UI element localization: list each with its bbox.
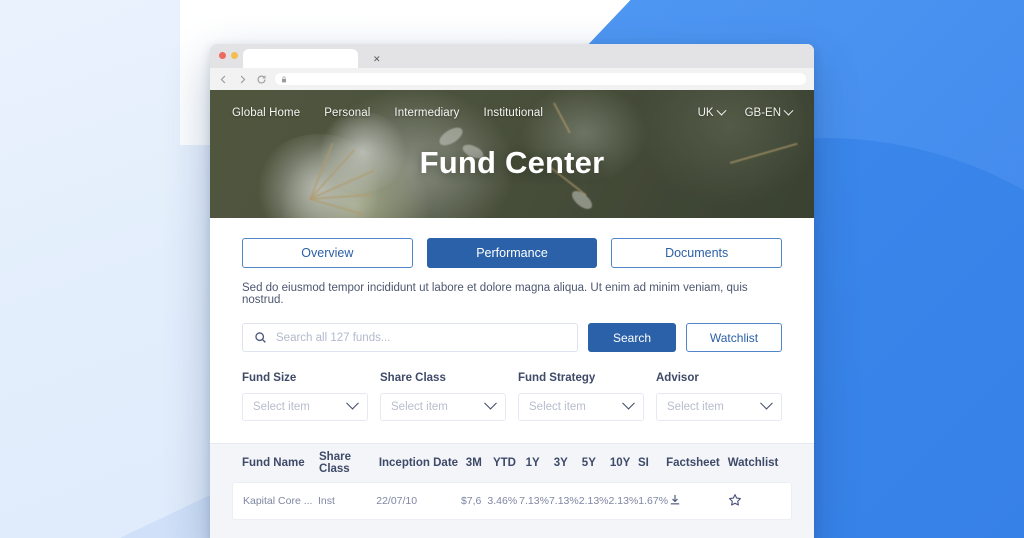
filter-row: Fund Size Select item Share Class Select… (210, 352, 814, 421)
fund-strategy-value: Select item (529, 401, 586, 413)
fund-size-select[interactable]: Select item (242, 393, 368, 421)
language-selector[interactable]: GB-EN (744, 105, 794, 119)
column-header-fund-name[interactable]: Fund Name (242, 457, 319, 469)
cell-share-class: Inst (318, 495, 335, 507)
view-tabs: Overview Performance Documents (210, 218, 814, 268)
tab-documents[interactable]: Documents (611, 238, 783, 268)
cell-si: 1.67% (638, 495, 669, 507)
search-field-wrapper[interactable] (242, 323, 578, 352)
filter-label: Fund Size (242, 372, 297, 384)
intro-text: Sed do eiusmod tempor incididunt ut labo… (242, 282, 748, 306)
fund-table: Fund Name Share Class Inception Date 3M … (210, 443, 814, 538)
close-window-button[interactable] (219, 52, 226, 59)
filter-label: Share Class (380, 372, 446, 384)
filter-advisor: Advisor Select item (656, 372, 782, 421)
dandelion-stem (309, 193, 372, 200)
search-icon (255, 332, 266, 343)
download-icon[interactable] (668, 493, 682, 507)
lock-icon (281, 76, 287, 82)
site-topnav: Global Home Personal Intermediary Instit… (210, 90, 814, 136)
advisor-select[interactable]: Select item (656, 393, 782, 421)
column-header-si[interactable]: SI (638, 457, 666, 469)
browser-window: ✕ Global Home Personal Intermediary Inst… (210, 44, 814, 538)
search-row: Search Watchlist (210, 306, 814, 352)
column-header-factsheet[interactable]: Factsheet (666, 457, 728, 469)
topnav-links: Global Home Personal Intermediary Instit… (232, 107, 543, 119)
browser-tab[interactable] (243, 49, 358, 68)
cell-ytd: 3.46% (487, 495, 518, 507)
chevron-down-icon (346, 396, 359, 410)
page-title: Fund Center (419, 145, 605, 180)
browser-tabstrip: ✕ (210, 44, 814, 68)
column-header-ytd[interactable]: YTD (493, 457, 526, 469)
cell-1y: 7.13% (519, 495, 549, 507)
chevron-down-icon (760, 396, 773, 410)
back-arrow-icon[interactable] (218, 74, 229, 85)
column-header-3m[interactable]: 3M (466, 457, 493, 469)
search-input[interactable] (276, 331, 566, 344)
nav-link-personal[interactable]: Personal (324, 107, 370, 119)
column-header-5y[interactable]: 5Y (582, 457, 610, 469)
region-selector-label: UK (697, 107, 714, 119)
advisor-value: Select item (667, 401, 724, 413)
chevron-down-icon (484, 396, 497, 410)
chevron-down-icon (783, 105, 794, 116)
column-header-share-class[interactable]: Share Class (319, 451, 379, 475)
share-class-value: Select item (391, 401, 448, 413)
search-button[interactable]: Search (588, 323, 676, 352)
cell-fund-name: Kapital Core ... (243, 495, 313, 507)
filter-fund-strategy: Fund Strategy Select item (518, 372, 644, 421)
column-header-3y[interactable]: 3Y (554, 457, 582, 469)
filter-fund-size: Fund Size Select item (242, 372, 368, 421)
site-content: Global Home Personal Intermediary Instit… (210, 90, 814, 538)
tab-overview[interactable]: Overview (242, 238, 413, 268)
browser-toolbar (210, 68, 814, 90)
fund-size-value: Select item (253, 401, 310, 413)
nav-link-institutional[interactable]: Institutional (484, 107, 543, 119)
nav-link-intermediary[interactable]: Intermediary (394, 107, 459, 119)
column-header-inception-date[interactable]: Inception Date (379, 457, 466, 469)
forward-arrow-icon[interactable] (237, 74, 248, 85)
table-row[interactable]: Kapital Core ... Inst 22/07/10 $7,6 3.46… (232, 482, 792, 520)
fund-strategy-select[interactable]: Select item (518, 393, 644, 421)
close-tab-icon[interactable]: ✕ (373, 55, 381, 64)
minimize-window-button[interactable] (231, 52, 238, 59)
topnav-selectors: UK GB-EN (697, 105, 794, 119)
filter-label: Advisor (656, 372, 699, 384)
dandelion-seed (568, 187, 596, 213)
cell-3y: 7.13% (548, 495, 579, 507)
column-header-10y[interactable]: 10Y (610, 457, 638, 469)
column-header-1y[interactable]: 1Y (526, 457, 554, 469)
cell-10y: 2.13% (608, 495, 639, 507)
watchlist-button[interactable]: Watchlist (686, 323, 782, 352)
reload-icon[interactable] (256, 74, 267, 85)
cell-5y: 2.13% (578, 495, 609, 507)
chevron-down-icon (716, 105, 727, 116)
dandelion-stem (309, 198, 364, 215)
filter-label: Fund Strategy (518, 372, 596, 384)
chevron-down-icon (622, 396, 635, 410)
nav-link-global-home[interactable]: Global Home (232, 107, 300, 119)
language-selector-label: GB-EN (744, 107, 781, 119)
address-bar[interactable] (275, 73, 806, 85)
region-selector[interactable]: UK (697, 105, 727, 119)
cell-3m: $7,6 (460, 495, 482, 507)
cell-factsheet (668, 493, 728, 510)
filter-share-class: Share Class Select item (380, 372, 506, 421)
share-class-select[interactable]: Select item (380, 393, 506, 421)
tab-performance[interactable]: Performance (426, 238, 598, 268)
star-outline-icon[interactable] (728, 493, 742, 507)
hero-banner: Global Home Personal Intermediary Instit… (210, 90, 814, 218)
column-header-watchlist[interactable]: Watchlist (728, 457, 782, 469)
cell-watchlist (728, 493, 781, 510)
table-header-row: Fund Name Share Class Inception Date 3M … (232, 444, 792, 482)
cell-inception-date: 22/07/10 (376, 495, 418, 507)
